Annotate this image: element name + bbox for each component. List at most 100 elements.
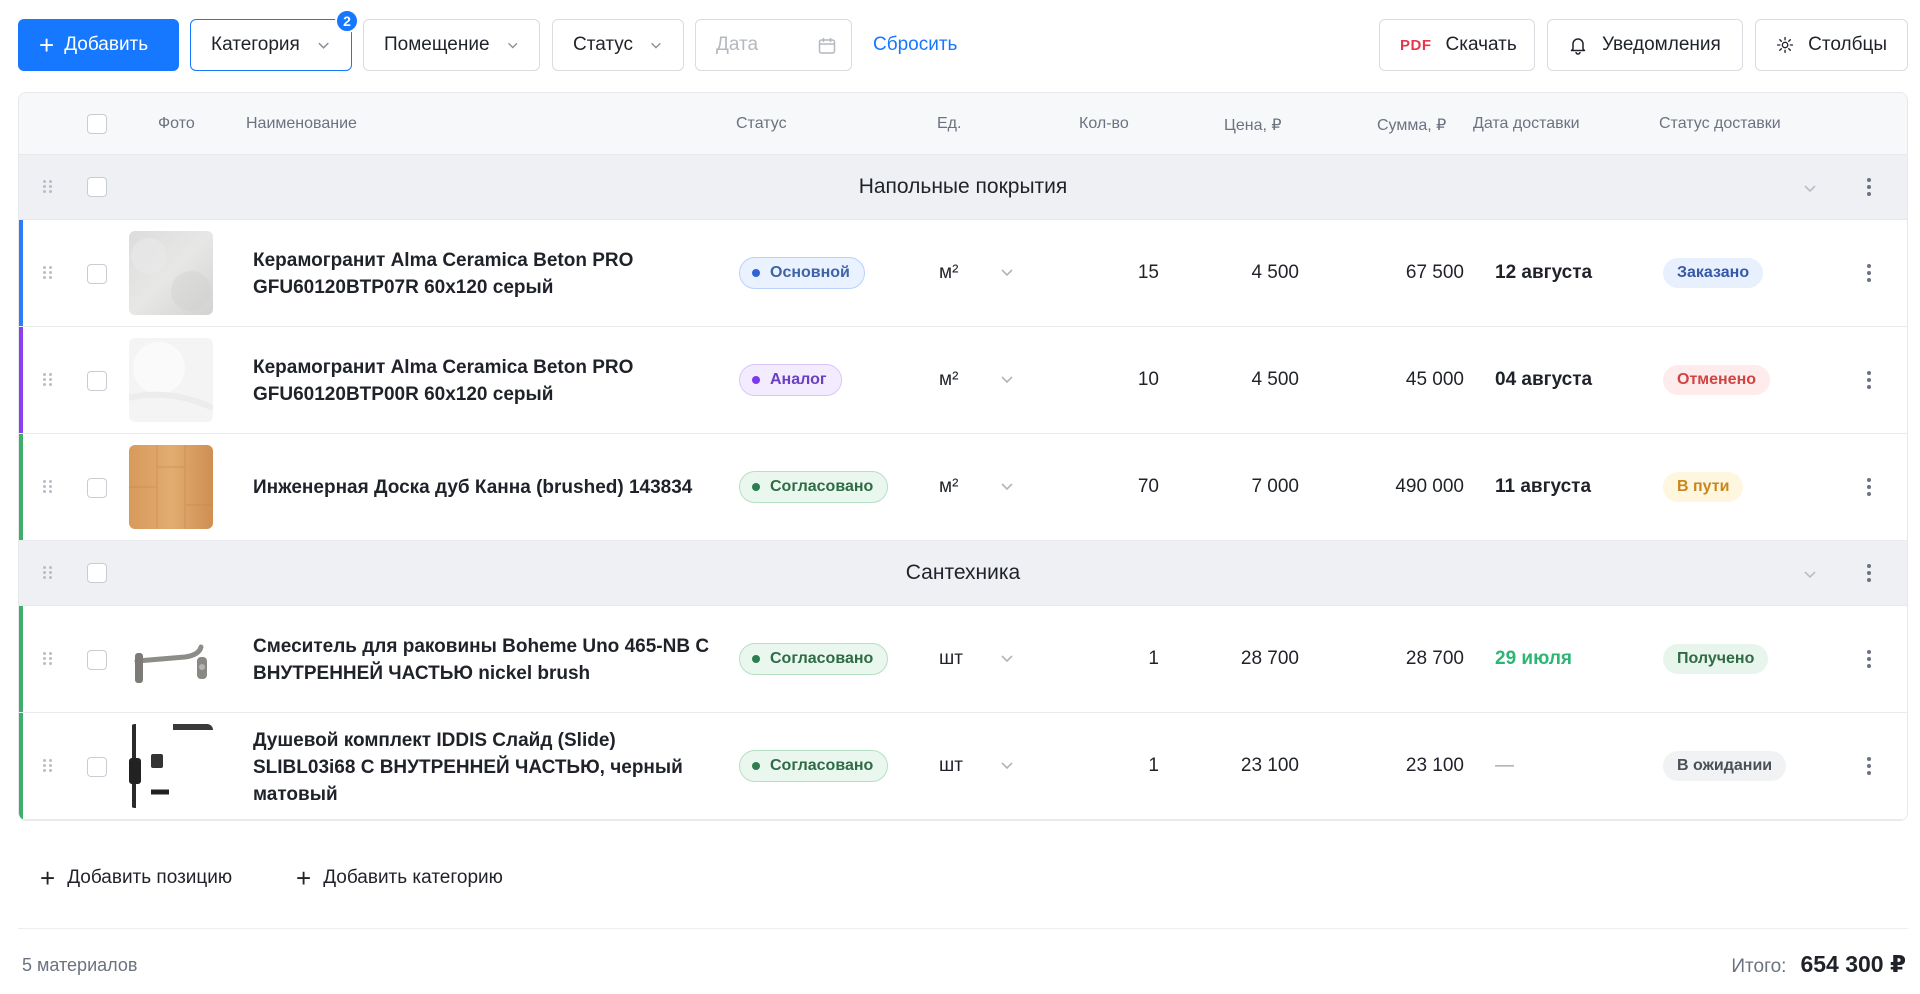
status-badge[interactable]: Основной (739, 257, 865, 289)
room-filter[interactable]: Помещение (363, 19, 540, 71)
chevron-down-icon (651, 42, 661, 49)
sum-value: 28 700 (1405, 648, 1464, 669)
more-icon[interactable] (1867, 178, 1871, 196)
status-badge[interactable]: Согласовано (739, 750, 889, 782)
more-icon[interactable] (1867, 757, 1871, 775)
product-name[interactable]: Инженерная Доска дуб Канна (brushed) 143… (253, 474, 723, 501)
add-category-label: Добавить категорию (323, 867, 503, 888)
delivery-date[interactable]: 04 августа (1495, 369, 1592, 391)
more-icon[interactable] (1867, 371, 1871, 389)
unit-value: шт (939, 648, 963, 669)
calendar-icon (818, 38, 836, 54)
status-badge[interactable]: Аналог (739, 364, 842, 396)
delivery-date[interactable]: — (1495, 755, 1514, 777)
price-value[interactable]: 4 500 (1169, 262, 1299, 284)
row-checkbox[interactable] (87, 757, 107, 777)
status-filter[interactable]: Статус (552, 19, 684, 71)
chevron-down-icon[interactable] (999, 371, 1015, 387)
price-value[interactable]: 28 700 (1169, 648, 1299, 670)
product-name[interactable]: Керамогранит Alma Ceramica Beton PRO GFU… (253, 354, 723, 408)
product-photo[interactable] (129, 445, 213, 529)
qty-value[interactable]: 1 (1049, 755, 1159, 777)
add-position-button[interactable]: + Добавить позицию (40, 865, 232, 891)
sum-value: 67 500 (1405, 262, 1464, 283)
plus-icon: + (39, 30, 55, 60)
qty-value[interactable]: 1 (1049, 648, 1159, 670)
unit-value: шт (939, 755, 963, 776)
qty-value[interactable]: 70 (1049, 476, 1159, 498)
col-sum: Сумма, ₽ (1377, 117, 1447, 134)
columns-button[interactable]: Столбцы (1755, 19, 1908, 71)
chevron-down-icon[interactable] (999, 264, 1015, 280)
status-badge[interactable]: Согласовано (739, 471, 889, 503)
qty-value[interactable]: 10 (1049, 369, 1159, 391)
plus-icon: + (296, 863, 312, 893)
row-checkbox[interactable] (87, 478, 107, 498)
add-category-button[interactable]: + Добавить категорию (296, 865, 503, 891)
table-row[interactable]: Душевой комплект IDDIS Слайд (Slide) SLI… (19, 713, 1907, 820)
more-icon[interactable] (1867, 478, 1871, 496)
chevron-down-icon[interactable] (999, 650, 1015, 666)
drag-handle-icon[interactable] (43, 759, 53, 773)
delivery-status-badge[interactable]: Получено (1663, 644, 1769, 674)
sum-value: 45 000 (1405, 369, 1464, 390)
price-value[interactable]: 7 000 (1169, 476, 1299, 498)
delivery-status-badge[interactable]: Отменено (1663, 365, 1771, 395)
delivery-date[interactable]: 29 июля (1495, 648, 1572, 670)
date-filter-input[interactable]: Дата (695, 19, 852, 71)
chevron-down-icon[interactable] (1802, 180, 1818, 196)
row-accent (19, 434, 23, 540)
product-photo[interactable] (129, 338, 213, 422)
unit-value: м² (939, 369, 959, 390)
row-checkbox[interactable] (87, 371, 107, 391)
download-pdf-button[interactable]: PDF Скачать (1379, 19, 1535, 71)
select-all-checkbox[interactable] (87, 114, 107, 134)
product-name[interactable]: Керамогранит Alma Ceramica Beton PRO GFU… (253, 247, 723, 301)
total-value: 654 300 ₽ (1800, 951, 1906, 977)
gear-icon (1776, 36, 1794, 54)
drag-handle-icon[interactable] (43, 266, 53, 280)
product-name[interactable]: Душевой комплект IDDIS Слайд (Slide) SLI… (253, 727, 723, 808)
price-value[interactable]: 23 100 (1169, 755, 1299, 777)
category-filter[interactable]: Категория 2 (190, 9, 359, 71)
row-accent (19, 713, 23, 819)
notifications-button[interactable]: Уведомления (1547, 19, 1743, 71)
row-checkbox[interactable] (87, 264, 107, 284)
reset-filters-link[interactable]: Сбросить (873, 34, 957, 56)
chevron-down-icon[interactable] (1802, 566, 1818, 582)
add-button-label: Добавить (64, 34, 149, 55)
bell-icon (1570, 38, 1586, 55)
status-dot (752, 269, 760, 277)
group-title: Напольные покрытия (858, 175, 1068, 198)
qty-value[interactable]: 15 (1049, 262, 1159, 284)
status-badge[interactable]: Согласовано (739, 643, 889, 675)
unit-value: м² (939, 262, 959, 283)
add-button[interactable]: + Добавить (18, 19, 179, 71)
product-photo[interactable] (129, 231, 213, 315)
delivery-status-badge[interactable]: В ожидании (1663, 751, 1787, 781)
delivery-status-badge[interactable]: В пути (1663, 472, 1744, 502)
drag-handle-icon[interactable] (43, 480, 53, 494)
col-price: Цена, ₽ (1224, 117, 1282, 134)
delivery-status-badge[interactable]: Заказано (1663, 258, 1764, 288)
table-row[interactable]: Керамогранит Alma Ceramica Beton PRO GFU… (19, 327, 1907, 434)
add-position-label: Добавить позицию (67, 867, 233, 888)
more-icon[interactable] (1867, 564, 1871, 582)
drag-handle-icon[interactable] (43, 652, 53, 666)
table-row[interactable]: Керамогранит Alma Ceramica Beton PRO GFU… (19, 220, 1907, 327)
delivery-date[interactable]: 11 августа (1495, 476, 1591, 498)
product-photo[interactable] (129, 617, 213, 701)
product-photo[interactable] (129, 724, 213, 808)
table-row[interactable]: Смеситель для раковины Boheme Uno 465-NB… (19, 606, 1907, 713)
chevron-down-icon[interactable] (999, 478, 1015, 494)
product-name[interactable]: Смеситель для раковины Boheme Uno 465-NB… (253, 633, 723, 687)
chevron-down-icon[interactable] (999, 757, 1015, 773)
table-row[interactable]: Инженерная Доска дуб Канна (brushed) 143… (19, 434, 1907, 541)
more-icon[interactable] (1867, 264, 1871, 282)
download-label: Скачать (1445, 34, 1517, 55)
row-checkbox[interactable] (87, 650, 107, 670)
more-icon[interactable] (1867, 650, 1871, 668)
drag-handle-icon[interactable] (43, 373, 53, 387)
delivery-date[interactable]: 12 августа (1495, 262, 1592, 284)
price-value[interactable]: 4 500 (1169, 369, 1299, 391)
